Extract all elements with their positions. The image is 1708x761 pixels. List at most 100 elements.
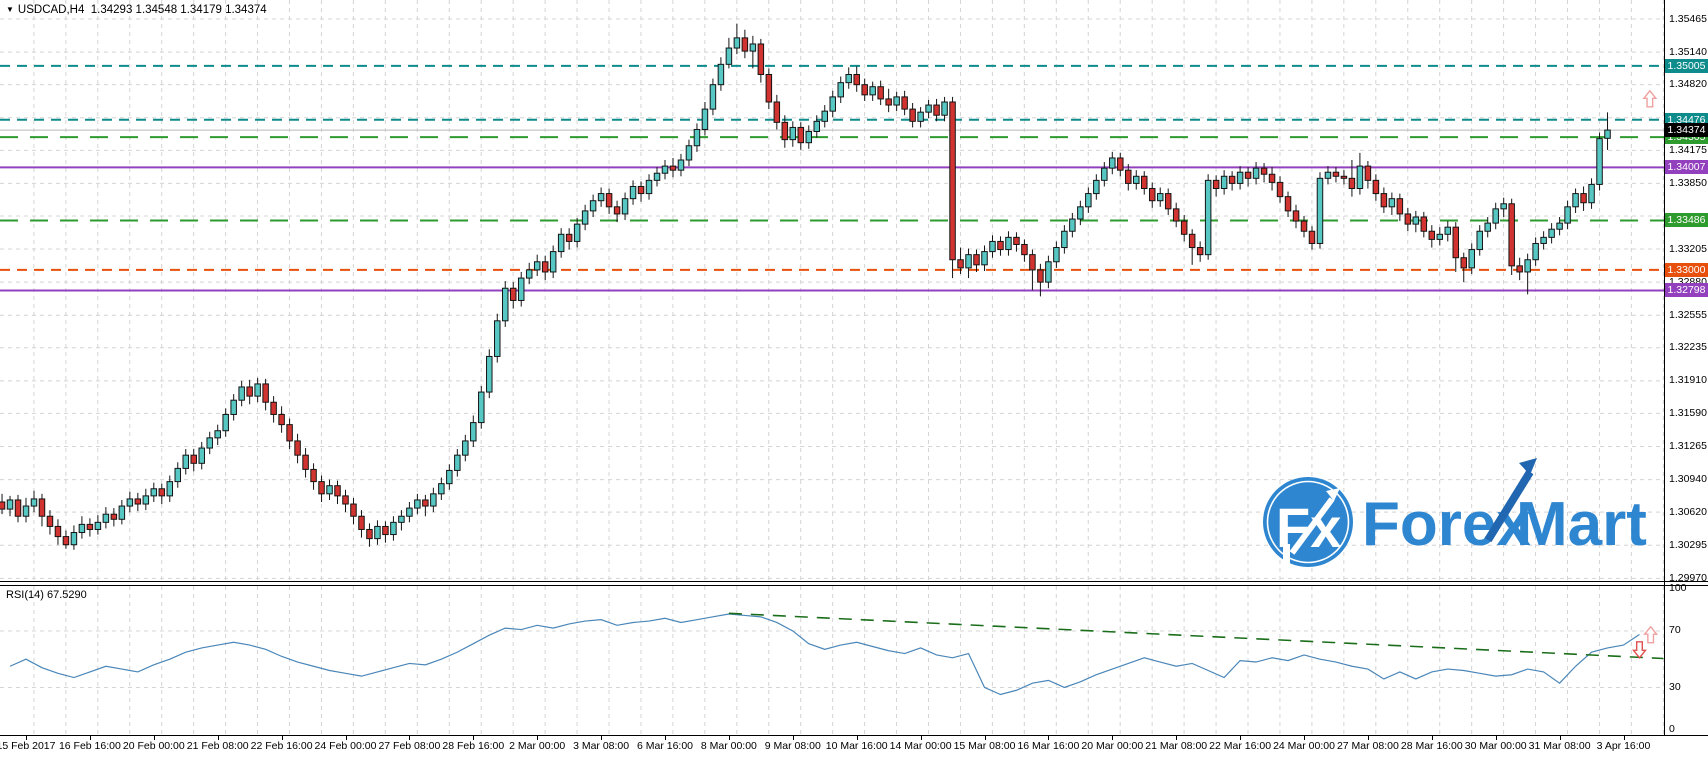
candle-body [1540,236,1547,244]
rsi-chart-canvas[interactable] [0,586,1664,735]
price-axis-label: 1.35465 [1669,12,1707,25]
candle-body [765,74,773,103]
candle-body [1332,171,1340,177]
down-signal-arrow-icon[interactable] [1632,641,1647,659]
dropdown-icon[interactable]: ▼ [6,5,14,14]
pane-separator-top[interactable] [0,581,1708,582]
up-signal-arrow-icon[interactable] [1642,89,1658,108]
candle-body [1556,222,1563,230]
candle-body [1452,226,1460,259]
candle-body [629,185,637,200]
candle-body [1356,165,1364,189]
candle-body [462,440,469,456]
candle-body [454,454,461,471]
candle-body [262,383,269,403]
time-axis-label: 20 Feb 00:00 [122,740,185,752]
candle-body [1172,208,1180,222]
candle-body [1324,171,1332,179]
up-signal-arrow-icon[interactable] [1643,625,1659,644]
price-axis[interactable]: 1.35465 1.35140 1.34820 1.34175 1.33850 1.332… [1665,0,1708,584]
candle-body [1260,167,1268,175]
candle-body [1492,208,1499,224]
candle-body [1460,257,1467,269]
candle-body [597,193,605,202]
price-axis-label: 1.31265 [1669,440,1707,452]
candle-body [541,261,549,273]
candle-body [1428,230,1436,240]
candle-body [38,498,46,517]
candle-body [509,287,517,301]
candle-body [1300,220,1308,232]
candle-body [1204,179,1212,256]
candle-body [430,493,437,507]
candle-body [549,251,557,273]
logo-word-mart: Mart [1516,490,1647,559]
candle-body [613,206,621,215]
candle-body [118,505,126,520]
candle-body [661,165,669,174]
candle-body [781,121,789,141]
candle-body [997,240,1004,251]
candle-body [254,383,261,397]
time-axis-label: 15 Mar 08:00 [953,740,1016,752]
candle-body [1005,236,1012,251]
candle-body [709,84,717,110]
rsi-axis[interactable]: 100 70 30 0 [1665,582,1708,735]
candle-body [725,47,733,65]
candle-body [1412,216,1420,225]
candle-body [1364,165,1372,181]
candle-body [1388,198,1396,208]
time-axis-label: 14 Mar 00:00 [889,740,952,752]
time-axis-label: 21 Mar 08:00 [1145,740,1208,752]
time-axis-label: 20 Mar 00:00 [1081,740,1144,752]
candle-body [174,467,182,483]
candle-body [1436,233,1444,240]
symbol-title: ▼ USDCAD,H4 1.34293 1.34548 1.34179 1.343… [6,4,267,16]
candle-body [294,440,301,456]
time-axis-label: 15 Feb 2017 [0,740,56,752]
candle-body [1508,203,1515,267]
candle-body [829,96,836,112]
time-axis-label: 9 Mar 08:00 [764,740,821,752]
time-axis[interactable]: 15 Feb 2017 16 Feb 16:00 20 Feb 00:00 21 Fe… [0,736,1708,761]
candle-body [1396,198,1404,215]
candle-body [406,507,413,517]
candle-body [885,98,892,106]
price-axis-label: 1.30620 [1669,505,1707,518]
candle-body [150,488,158,497]
candle-body [1500,203,1507,210]
candle-body [1276,181,1284,198]
candle-body [813,120,821,133]
price-axis-label: 1.33205 [1669,242,1707,255]
candle-body [517,277,525,301]
candle-body [270,401,277,415]
candle-body [717,63,725,86]
price-chart-canvas[interactable]: FxForexMart [0,0,1664,581]
price-axis-label: 1.31590 [1669,406,1707,419]
candle-body [581,210,589,225]
candle-body [1348,177,1356,189]
candle-body [494,320,501,357]
candle-body [525,269,533,279]
candle-body [1316,177,1324,244]
candle-body [573,223,581,242]
price-axis-label: 1.30940 [1669,473,1707,486]
candle-body [70,532,78,546]
candle-body [342,495,349,505]
rsi-trendline[interactable] [728,612,1664,660]
candle-body [46,515,54,527]
candle-body [0,501,6,510]
price-level-badge: 1.33486 [1665,213,1708,228]
price-axis-label: 1.32235 [1669,341,1707,354]
candle-body [877,86,884,100]
candle-body [334,485,341,497]
candle-body [941,101,948,116]
mt4-chart-window: FxForexMart ▼USDCAD,H4 1.34293 1.34548 1… [0,0,1708,761]
candle-body [1093,179,1100,195]
pane-separator-bottom[interactable] [0,585,1708,586]
price-level-badge: 1.35005 [1665,58,1708,73]
symbol-label: USDCAD,H4 [17,4,85,16]
candle-body [390,521,397,536]
candle-body [1476,230,1483,251]
candle-body [965,254,972,269]
